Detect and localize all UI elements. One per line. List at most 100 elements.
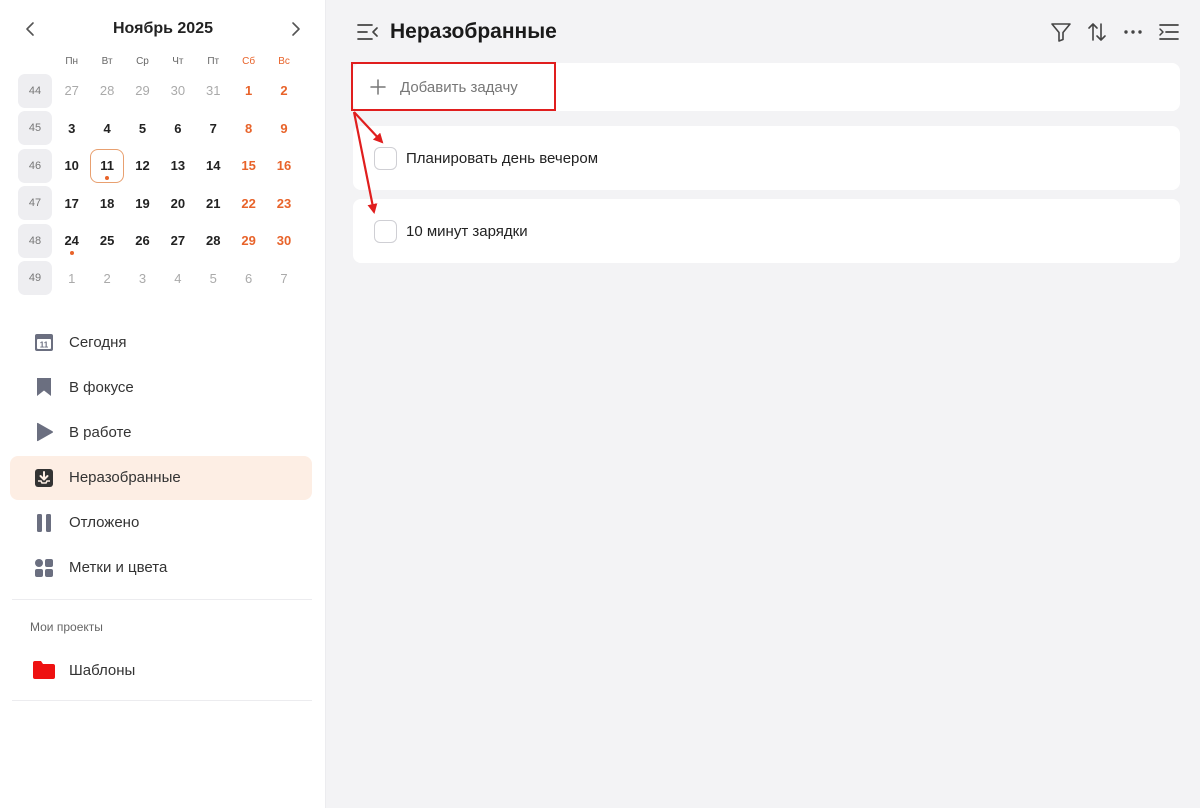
- calendar-day[interactable]: 29: [231, 224, 266, 258]
- projects-section-title: Мои проекты: [30, 620, 103, 634]
- page-title: Неразобранные: [390, 20, 557, 43]
- calendar-day[interactable]: 28: [196, 224, 231, 258]
- calendar-day[interactable]: 21: [196, 186, 231, 220]
- sidebar-item-tags[interactable]: Метки и цвета: [10, 546, 312, 590]
- collapse-sidebar-button[interactable]: [356, 20, 380, 44]
- weekday-label: Вт: [101, 55, 113, 67]
- calendar-day[interactable]: 13: [160, 149, 195, 183]
- calendar-week-row: 45 3 4 5 6 7 8 9: [18, 110, 302, 148]
- inbox-icon: [32, 466, 56, 490]
- weekday-label: Вс: [278, 55, 290, 67]
- calendar-day[interactable]: 31: [196, 74, 231, 108]
- calendar-header: Ноябрь 2025: [18, 14, 308, 44]
- calendar-day[interactable]: 4: [89, 111, 124, 145]
- calendar-day[interactable]: 3: [125, 261, 160, 295]
- chevron-left-icon: [26, 22, 34, 36]
- weekday-header-row: Пн Вт Ср Чт Пт Сб Вс: [18, 50, 302, 72]
- calendar-day[interactable]: 5: [196, 261, 231, 295]
- details-panel-button[interactable]: [1156, 19, 1182, 45]
- calendar-day[interactable]: 15: [231, 149, 266, 183]
- calendar-day[interactable]: 19: [125, 186, 160, 220]
- calendar-day[interactable]: 17: [54, 186, 89, 220]
- calendar-day[interactable]: 6: [160, 111, 195, 145]
- calendar-day[interactable]: 27: [54, 74, 89, 108]
- task-title: 10 минут зарядки: [406, 222, 528, 240]
- next-month-button[interactable]: [284, 17, 308, 41]
- calendar-day[interactable]: 1: [231, 74, 266, 108]
- week-number[interactable]: 46: [18, 148, 52, 183]
- calendar-day[interactable]: 23: [266, 186, 301, 220]
- calendar-day[interactable]: 30: [160, 74, 195, 108]
- calendar-day[interactable]: 16: [266, 149, 301, 183]
- calendar-day[interactable]: 3: [54, 111, 89, 145]
- calendar-day[interactable]: 27: [160, 224, 195, 258]
- sidebar-divider: [12, 599, 312, 600]
- event-dot: [69, 250, 74, 255]
- add-task-button[interactable]: Добавить задачу: [353, 63, 1180, 111]
- task-title: Планировать день вечером: [406, 149, 599, 167]
- calendar-day[interactable]: 1: [54, 261, 89, 295]
- task-item[interactable]: 10 минут зарядки: [353, 199, 1180, 263]
- calendar-day[interactable]: 24: [54, 224, 89, 258]
- calendar-day[interactable]: 29: [125, 74, 160, 108]
- calendar-day[interactable]: 6: [231, 261, 266, 295]
- calendar-day[interactable]: 5: [125, 111, 160, 145]
- calendar-day[interactable]: 22: [231, 186, 266, 220]
- calendar-week-row: 49 1 2 3 4 5 6 7: [18, 260, 302, 298]
- sidebar-item-in-progress[interactable]: В работе: [10, 410, 312, 454]
- calendar-week-row: 46 10 11 12 13 14 15 16: [18, 147, 302, 185]
- calendar-week-row: 48 24 25 26 27 28 29 30: [18, 222, 302, 260]
- sidebar-item-inbox[interactable]: Неразобранные: [10, 455, 312, 500]
- sidebar-item-label: В фокусе: [69, 378, 134, 396]
- task-item[interactable]: Планировать день вечером: [353, 126, 1180, 190]
- calendar-day[interactable]: 7: [266, 261, 301, 295]
- calendar-day[interactable]: 4: [160, 261, 195, 295]
- calendar-day[interactable]: 2: [89, 261, 124, 295]
- main-toolbar: Неразобранные: [356, 14, 1182, 50]
- calendar-day[interactable]: 7: [196, 111, 231, 145]
- calendar-day[interactable]: 8: [231, 111, 266, 145]
- sidebar-project-templates[interactable]: Шаблоны: [10, 648, 312, 692]
- sort-icon: [1088, 23, 1106, 41]
- calendar-day[interactable]: 9: [266, 111, 301, 145]
- task-checkbox[interactable]: [374, 146, 397, 170]
- sort-button[interactable]: [1084, 19, 1110, 45]
- calendar-day[interactable]: 20: [160, 186, 195, 220]
- calendar-day[interactable]: 10: [54, 149, 89, 183]
- weekday-label: Пт: [207, 55, 220, 67]
- more-icon: [1124, 30, 1142, 34]
- sidebar-item-label: Сегодня: [69, 333, 127, 351]
- weekday-label: Сб: [242, 55, 256, 67]
- week-number[interactable]: 44: [18, 73, 52, 108]
- calendar-day[interactable]: 12: [125, 149, 160, 183]
- calendar-day[interactable]: 30: [266, 224, 301, 258]
- sidebar-item-postponed[interactable]: Отложено: [10, 501, 312, 545]
- calendar-today-icon: 11: [32, 330, 56, 354]
- week-number[interactable]: 48: [18, 223, 52, 258]
- week-number[interactable]: 49: [18, 261, 52, 296]
- bookmark-icon: [32, 375, 56, 399]
- sidebar-item-label: Неразобранные: [69, 469, 181, 487]
- calendar-day[interactable]: 14: [196, 149, 231, 183]
- task-checkbox[interactable]: [374, 219, 397, 243]
- sidebar-item-focus[interactable]: В фокусе: [10, 365, 312, 409]
- calendar-day[interactable]: 26: [125, 224, 160, 258]
- calendar-day-today[interactable]: 11: [89, 148, 125, 183]
- filter-button[interactable]: [1048, 19, 1074, 45]
- sidebar-item-today[interactable]: 11 Сегодня: [10, 320, 312, 364]
- calendar-day[interactable]: 25: [89, 224, 124, 258]
- prev-month-button[interactable]: [18, 17, 42, 41]
- sidebar-divider: [12, 700, 312, 701]
- sidebar: Ноябрь 2025 Пн Вт Ср Чт Пт Сб Вс 44 27 2…: [0, 0, 326, 808]
- svg-text:11: 11: [40, 341, 49, 350]
- calendar-day[interactable]: 28: [89, 74, 124, 108]
- week-number[interactable]: 45: [18, 111, 52, 146]
- calendar-day[interactable]: 2: [266, 74, 301, 108]
- calendar-day[interactable]: 18: [89, 186, 124, 220]
- toolbar-actions: [1048, 19, 1182, 45]
- pause-icon: [32, 511, 56, 535]
- more-button[interactable]: [1120, 19, 1146, 45]
- details-panel-icon: [1159, 24, 1179, 40]
- week-number[interactable]: 47: [18, 186, 52, 221]
- weekday-label: Чт: [172, 55, 184, 67]
